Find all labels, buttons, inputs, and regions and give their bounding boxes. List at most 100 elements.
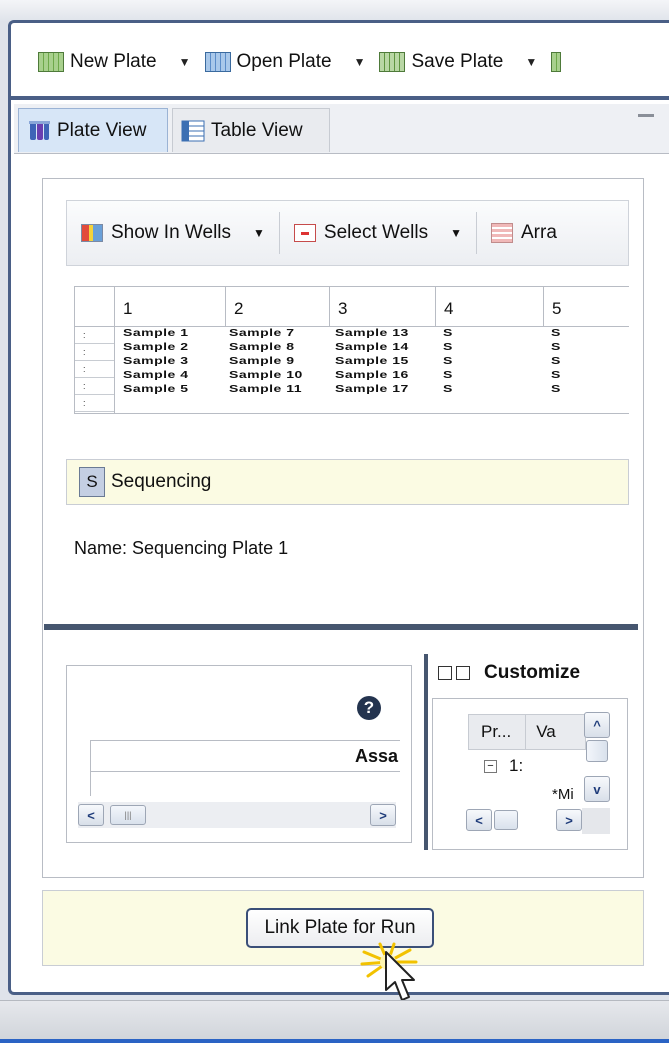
column-header-5[interactable]: 5 [544,287,629,327]
minimize-icon[interactable] [638,114,654,117]
row-header[interactable]: : [75,378,114,395]
well-cell[interactable]: Sample 2 [123,341,227,352]
sequencing-label: Sequencing [111,471,212,492]
scroll-up-icon[interactable]: ^ [584,712,610,738]
vertical-scroll-thumb[interactable] [586,740,608,762]
customize-horizontal-scrollbar[interactable]: < > [466,808,582,832]
customize-panel-title: Customize [438,662,580,684]
save-plate-dropdown-icon[interactable]: ▼ [525,55,537,69]
well-column-5[interactable]: S S S S S [551,327,591,413]
well-cell[interactable]: Sample 17 [335,383,439,394]
scroll-left-icon[interactable]: < [466,809,492,831]
select-wells-dropdown-icon[interactable]: ▼ [450,226,462,240]
top-band [0,0,669,22]
open-plate-button[interactable]: Open Plate ▼ [204,51,366,73]
column-header-2[interactable]: 2 [226,287,330,327]
tree-item[interactable]: − 1: [484,756,523,776]
show-in-wells-label: Show In Wells [111,222,232,243]
scroll-left-icon[interactable]: < [78,804,104,826]
column-header-4[interactable]: 4 [436,287,544,327]
row-header[interactable]: : [75,361,114,378]
well-cell[interactable]: S [551,369,591,380]
property-column-header[interactable]: Pr... [469,722,511,742]
well-cell[interactable]: S [443,383,483,394]
save-plate-icon [379,52,406,72]
value-column-header[interactable]: Va [525,715,556,749]
arrange-button[interactable]: Arra [491,222,557,244]
well-cell[interactable]: Sample 7 [229,327,331,338]
help-icon[interactable]: ? [357,696,381,720]
well-cell[interactable]: S [443,341,483,352]
well-cell[interactable]: Sample 11 [229,383,331,394]
save-plate-button[interactable]: Save Plate ▼ [379,51,537,73]
well-cell[interactable]: Sample 1 [123,327,227,338]
well-cell[interactable]: Sample 5 [123,383,227,394]
plate-name: Name: Sequencing Plate 1 [74,538,289,558]
horizontal-splitter[interactable] [44,624,638,630]
checkbox-icon[interactable] [456,666,470,680]
well-column-1[interactable]: Sample 1 Sample 2 Sample 3 Sample 4 Samp… [123,327,227,413]
tab-plate-view[interactable]: Plate View [18,108,168,152]
well-cell[interactable]: Sample 16 [335,369,439,380]
show-in-wells-button[interactable]: Show In Wells ▼ [81,222,265,244]
arrange-icon [491,223,513,243]
sequencing-bar: S Sequencing [66,459,629,505]
customize-label: Customize [484,662,581,683]
open-plate-label: Open Plate [236,51,332,72]
well-cell[interactable]: S [551,327,591,338]
well-cell[interactable]: S [551,341,591,352]
well-cell[interactable]: Sample 8 [229,341,331,352]
row-header[interactable]: : [75,327,114,344]
scroll-down-icon[interactable]: v [584,776,610,802]
well-cell[interactable]: Sample 4 [123,369,227,380]
scroll-right-icon[interactable]: > [370,804,396,826]
new-plate-label: New Plate [70,51,157,72]
well-cell[interactable]: Sample 10 [229,369,331,380]
well-cell[interactable]: S [551,355,591,366]
plate-grid: 1 2 3 4 5 : : : : : Sample 1 Sample 2 Sa… [74,286,629,414]
well-column-2[interactable]: Sample 7 Sample 8 Sample 9 Sample 10 Sam… [229,327,331,413]
scroll-thumb[interactable] [494,810,518,830]
well-cell[interactable]: Sample 15 [335,355,439,366]
well-cell[interactable]: S [551,383,591,394]
new-plate-dropdown-icon[interactable]: ▼ [179,55,191,69]
column-header-3[interactable]: 3 [330,287,436,327]
well-cell[interactable]: Sample 13 [335,327,439,338]
row-header[interactable]: : [75,344,114,361]
tab-table-view-label: Table View [211,119,303,141]
scroll-thumb[interactable]: ||| [110,805,146,825]
assay-horizontal-scrollbar[interactable]: < ||| > [78,802,396,828]
well-cell[interactable]: Sample 9 [229,355,331,366]
column-header-1[interactable]: 1 [115,287,226,327]
well-column-4[interactable]: S S S S S [443,327,483,413]
select-wells-button[interactable]: Select Wells ▼ [293,222,462,244]
toolbar-divider [8,96,669,100]
save-plate-label: Save Plate [411,51,504,72]
well-cell[interactable]: S [443,355,483,366]
well-cell[interactable]: S [443,327,483,338]
well-cell[interactable]: Sample 14 [335,341,439,352]
new-plate-button[interactable]: New Plate ▼ [38,51,191,73]
tree-item-value: *Mi [552,786,574,803]
row-header[interactable]: : [75,395,114,412]
well-toolbar: Show In Wells ▼ Select Wells ▼ Arra [66,200,629,266]
well-column-3[interactable]: Sample 13 Sample 14 Sample 15 Sample 16 … [335,327,439,413]
toolbar-separator [476,212,477,254]
well-cell[interactable]: S [443,369,483,380]
table-view-icon [181,120,205,141]
vertical-splitter[interactable] [424,654,428,850]
scroll-right-icon[interactable]: > [556,809,582,831]
collapse-icon[interactable]: − [484,759,497,773]
open-plate-icon [204,52,231,72]
well-cell[interactable]: Sample 3 [123,355,227,366]
overflow-toolbar-button[interactable] [551,52,567,72]
arrange-label: Arra [521,222,557,243]
tab-table-view[interactable]: Table View [172,108,330,152]
status-bar [0,1000,669,1043]
open-plate-dropdown-icon[interactable]: ▼ [354,55,366,69]
checkbox-icon[interactable] [438,666,452,680]
show-in-wells-dropdown-icon[interactable]: ▼ [253,226,265,240]
assay-column-header[interactable]: Assa [90,740,400,772]
toolbar-separator [278,212,280,254]
new-plate-icon [38,52,64,72]
